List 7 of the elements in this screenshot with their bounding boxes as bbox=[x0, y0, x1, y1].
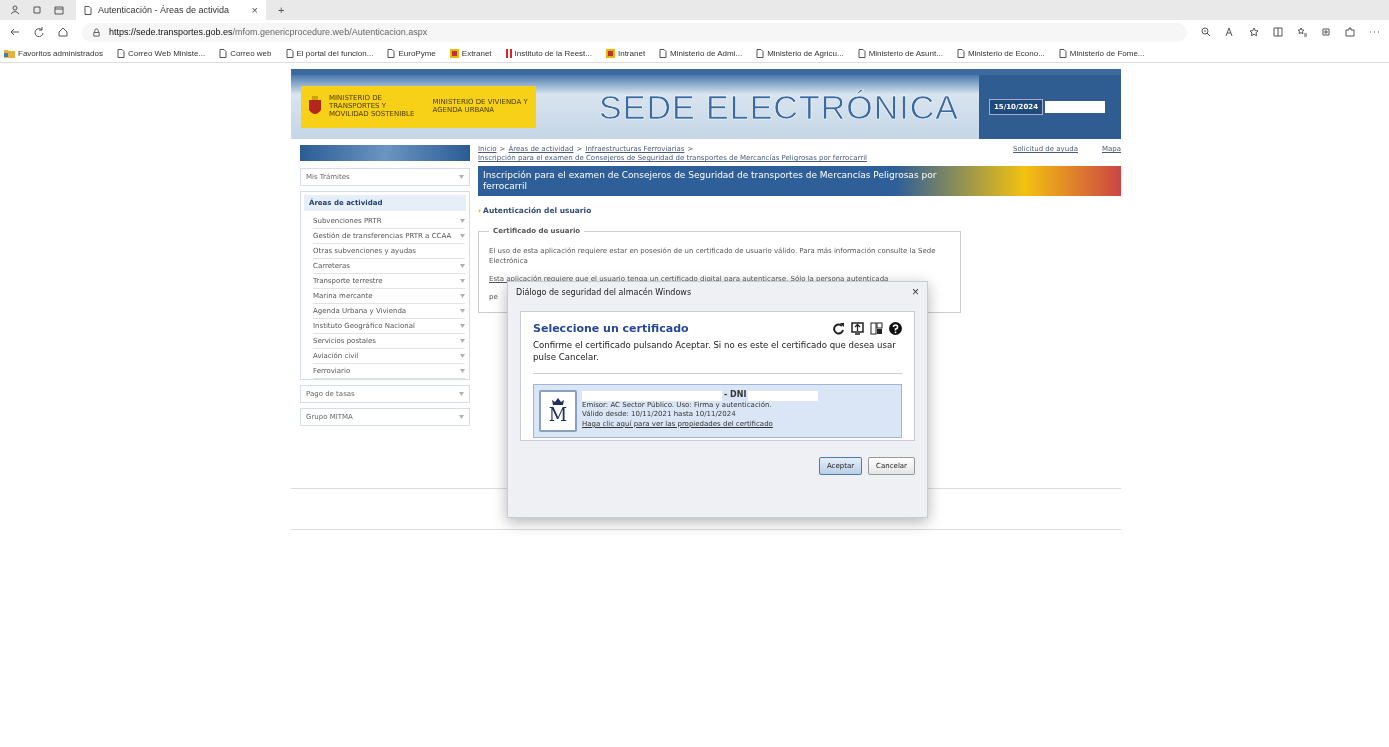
page-title-band: Inscripción para el examen de Consejeros de Seguridad de transportes de Mercancías Peligrosas por ferrocarril bbox=[478, 166, 1121, 197]
dialog-title: Diálogo de seguridad del almacén Windows bbox=[516, 287, 692, 297]
dialog-heading: Seleccione un certificado bbox=[533, 322, 689, 335]
banner-title: SEDE ELECTRÓNICA bbox=[598, 87, 960, 127]
certificate-logo: M bbox=[539, 390, 577, 433]
certificate-name: - DNI bbox=[724, 390, 747, 401]
dialog-message: Confirme el certificado pulsando Aceptar. Si no es este el certificado que desea usar pulse Cancelar. bbox=[533, 340, 902, 375]
